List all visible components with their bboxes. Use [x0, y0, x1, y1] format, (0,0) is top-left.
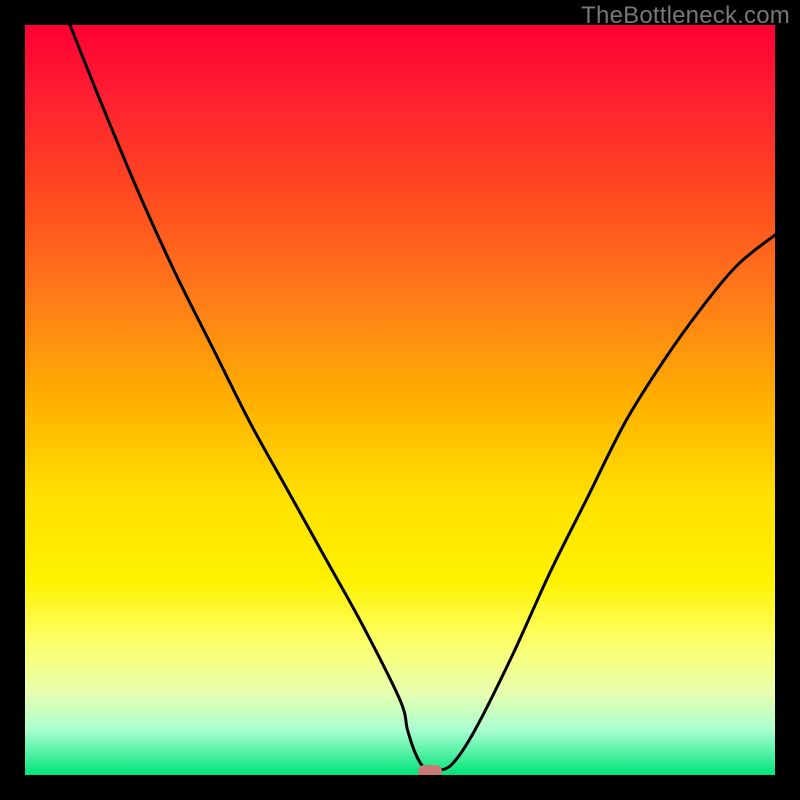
chart-frame: TheBottleneck.com: [0, 0, 800, 800]
bottleneck-curve: [70, 25, 775, 771]
curve-svg: [25, 25, 775, 775]
plot-area: [25, 25, 775, 775]
optimal-marker: [418, 765, 443, 776]
